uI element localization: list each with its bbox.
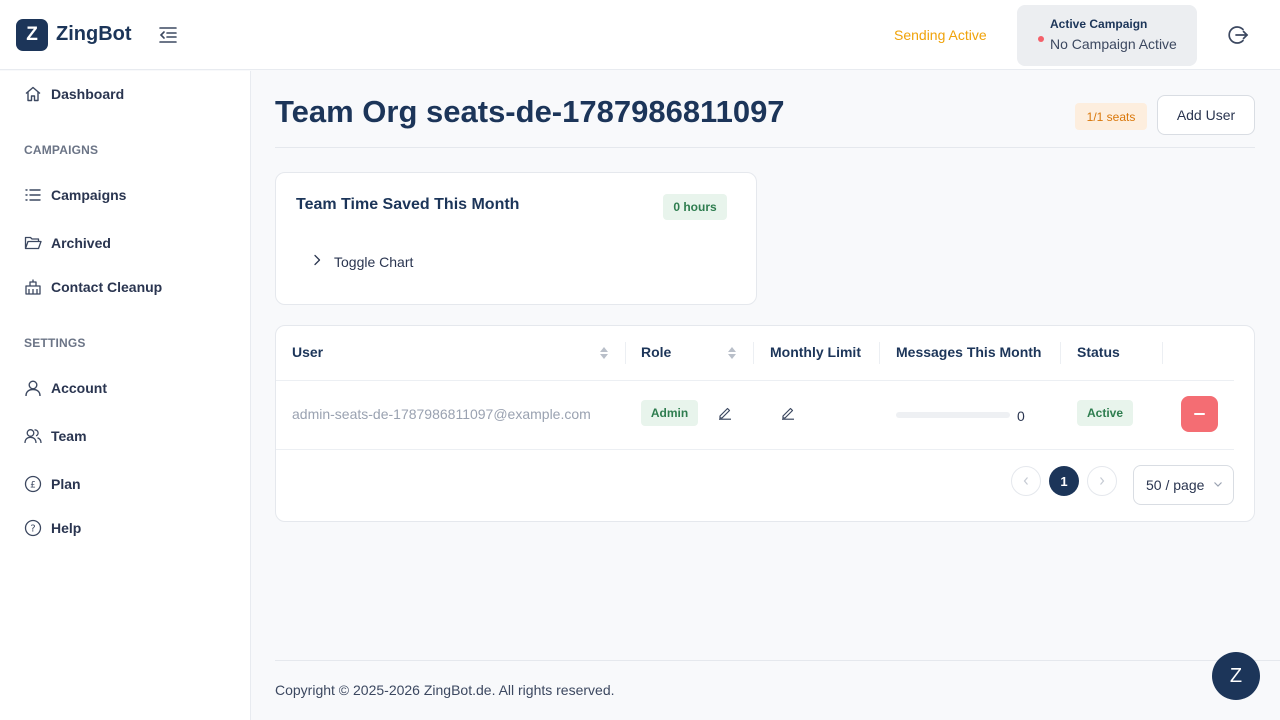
sidebar-item-label: Contact Cleanup bbox=[51, 279, 163, 295]
help-icon: ? bbox=[24, 519, 42, 537]
prev-page-button[interactable] bbox=[1011, 466, 1041, 496]
svg-text:?: ? bbox=[30, 524, 35, 535]
collapse-sidebar-icon[interactable] bbox=[156, 23, 180, 47]
settings-section-label: SETTINGS bbox=[24, 336, 86, 350]
role-badge: Admin bbox=[641, 400, 698, 426]
sidebar-item-dashboard[interactable]: Dashboard bbox=[24, 82, 124, 106]
hours-badge: 0 hours bbox=[663, 194, 727, 220]
page-title: Team Org seats-de-1787986811097 bbox=[275, 94, 785, 129]
row-divider bbox=[276, 449, 1234, 450]
column-divider bbox=[879, 342, 880, 364]
column-header-monthly-limit: Monthly Limit bbox=[770, 344, 861, 360]
toggle-chart-button[interactable]: Toggle Chart bbox=[312, 252, 413, 272]
list-icon bbox=[24, 186, 42, 204]
user-icon bbox=[24, 379, 42, 397]
user-email: admin-seats-de-1787986811097@example.com bbox=[292, 406, 591, 422]
sidebar-item-label: Archived bbox=[51, 235, 111, 251]
messages-progress-bar bbox=[896, 412, 1010, 418]
sidebar-item-plan[interactable]: £ Plan bbox=[24, 472, 81, 496]
minus-icon bbox=[1194, 413, 1205, 415]
chevron-down-icon bbox=[1214, 482, 1222, 487]
sidebar-item-label: Help bbox=[51, 520, 82, 536]
sort-icon[interactable] bbox=[727, 346, 737, 360]
page-size-select[interactable]: 50 / page bbox=[1133, 465, 1234, 505]
sidebar: Dashboard CAMPAIGNS Campaigns Archived C… bbox=[0, 71, 251, 720]
top-header: Z ZingBot Sending Active Active Campaign… bbox=[0, 0, 1280, 70]
edit-role-icon[interactable] bbox=[715, 403, 735, 423]
sidebar-item-contact-cleanup[interactable]: Contact Cleanup bbox=[24, 275, 162, 299]
seats-badge: 1/1 seats bbox=[1075, 103, 1147, 130]
chevron-right-icon bbox=[312, 253, 322, 271]
active-campaign-value: No Campaign Active bbox=[1050, 36, 1177, 52]
column-header-status: Status bbox=[1077, 344, 1120, 360]
logout-icon[interactable] bbox=[1226, 23, 1250, 47]
users-table: User Role Monthly Limit Messages This Mo… bbox=[275, 325, 1255, 522]
column-divider bbox=[1162, 342, 1163, 364]
sidebar-item-label: Team bbox=[51, 428, 87, 444]
add-user-button[interactable]: Add User bbox=[1157, 95, 1255, 135]
column-divider bbox=[1060, 342, 1061, 364]
footer-divider bbox=[275, 660, 1280, 661]
messages-count: 0 bbox=[1017, 408, 1025, 424]
sidebar-item-label: Campaigns bbox=[51, 187, 127, 203]
next-page-button[interactable] bbox=[1087, 466, 1117, 496]
team-time-saved-card: Team Time Saved This Month 0 hours Toggl… bbox=[275, 172, 757, 305]
sidebar-item-label: Account bbox=[51, 380, 107, 396]
remove-user-button[interactable] bbox=[1181, 396, 1218, 432]
edit-monthly-limit-icon[interactable] bbox=[778, 403, 798, 423]
sending-status: Sending Active bbox=[894, 27, 987, 43]
sidebar-item-label: Plan bbox=[51, 476, 81, 492]
pound-icon: £ bbox=[24, 475, 42, 493]
status-badge: Active bbox=[1077, 400, 1133, 426]
sort-icon[interactable] bbox=[599, 346, 609, 360]
campaigns-section-label: CAMPAIGNS bbox=[24, 143, 99, 157]
toggle-chart-label: Toggle Chart bbox=[334, 254, 414, 270]
brand-name[interactable]: ZingBot bbox=[56, 23, 132, 46]
column-header-user[interactable]: User bbox=[292, 344, 323, 360]
team-icon bbox=[24, 427, 42, 445]
column-divider bbox=[625, 342, 626, 364]
page-size-value: 50 / page bbox=[1146, 477, 1205, 493]
home-icon bbox=[24, 85, 42, 103]
header-row-divider bbox=[276, 380, 1234, 381]
title-divider bbox=[275, 147, 1255, 148]
chat-widget-button[interactable]: Z bbox=[1212, 652, 1260, 700]
logo-icon[interactable]: Z bbox=[16, 19, 48, 51]
sidebar-item-label: Dashboard bbox=[51, 86, 125, 102]
sidebar-item-campaigns[interactable]: Campaigns bbox=[24, 183, 126, 207]
active-campaign-panel[interactable]: Active Campaign No Campaign Active bbox=[1017, 5, 1197, 66]
sidebar-item-team[interactable]: Team bbox=[24, 424, 87, 448]
broom-icon bbox=[24, 278, 42, 296]
svg-text:£: £ bbox=[30, 481, 36, 491]
page-number-current[interactable]: 1 bbox=[1049, 466, 1079, 496]
sidebar-item-archived[interactable]: Archived bbox=[24, 231, 111, 255]
folder-open-icon bbox=[24, 234, 42, 252]
campaign-status-dot bbox=[1038, 36, 1044, 42]
time-card-title: Team Time Saved This Month bbox=[296, 196, 520, 213]
footer-copyright: Copyright © 2025-2026 ZingBot.de. All ri… bbox=[275, 682, 615, 698]
column-header-role[interactable]: Role bbox=[641, 344, 671, 360]
sidebar-item-account[interactable]: Account bbox=[24, 376, 107, 400]
sidebar-item-help[interactable]: ? Help bbox=[24, 516, 81, 540]
column-header-messages: Messages This Month bbox=[896, 344, 1042, 360]
column-divider bbox=[753, 342, 754, 364]
active-campaign-title: Active Campaign bbox=[1050, 17, 1148, 31]
